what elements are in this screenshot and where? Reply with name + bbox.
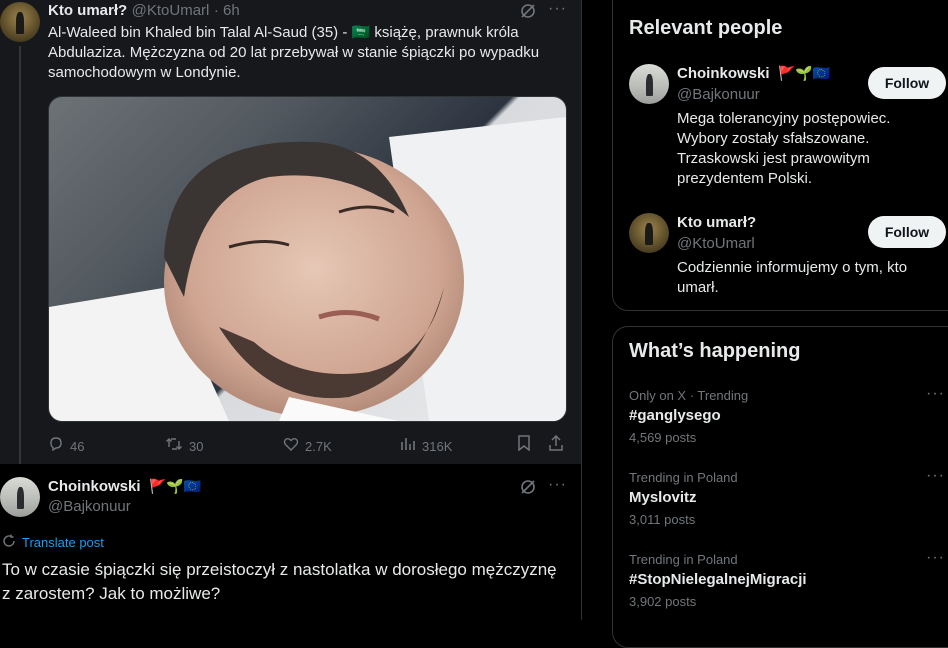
post-text: To w czasie śpiączki się przeistoczył z … (2, 560, 557, 603)
person-handle[interactable]: @KtoUmarl (677, 235, 755, 252)
like-count: 2.7K (305, 438, 332, 454)
views-icon (400, 436, 416, 456)
views-button[interactable]: 316K (400, 436, 452, 456)
person-name[interactable]: Choinkowski (677, 65, 770, 82)
timeline-column: Kto umarł? @KtoUmarl · 6h ··· Al-Waleed … (0, 0, 581, 620)
more-icon[interactable]: ··· (548, 0, 567, 18)
bookmark-icon[interactable] (517, 435, 531, 455)
avatar[interactable] (0, 2, 40, 42)
grok-icon[interactable] (520, 479, 536, 499)
like-button[interactable]: 2.7K (283, 436, 332, 456)
repost-icon (165, 436, 183, 456)
reply-count: 46 (70, 438, 85, 454)
panel-title: What’s happening (629, 340, 801, 362)
relevant-people-panel: Relevant people Choinkowski 🚩🌱🇪🇺 @Bajkon… (612, 0, 948, 311)
trend-item[interactable]: Only on X · Trending #ganglysego 4,569 p… (613, 385, 948, 455)
more-icon[interactable]: ··· (926, 467, 945, 485)
flag-icon: 🇸🇦 (351, 24, 371, 41)
translate-post-link[interactable]: Translate post (2, 534, 104, 551)
trend-item[interactable]: Trending in Poland #StopNielegalnejMigra… (613, 549, 948, 619)
person-emojis: 🚩🌱🇪🇺 (777, 65, 831, 81)
thread-line (19, 46, 21, 464)
author-name[interactable]: Choinkowski (48, 478, 141, 495)
column-divider (581, 0, 582, 620)
post-time[interactable]: · 6h (214, 2, 240, 19)
follow-button[interactable]: Follow (868, 67, 946, 99)
person-bio: Codziennie informujemy o tym, kto umarł. (677, 259, 908, 296)
person-name[interactable]: Kto umarł? (677, 214, 756, 231)
avatar[interactable] (0, 477, 40, 517)
author-handle[interactable]: @Bajkonuur (48, 498, 131, 515)
more-icon[interactable]: ··· (548, 476, 567, 494)
author-emojis: 🚩🌱🇪🇺 (148, 478, 202, 494)
post-text: Al-Waleed bin Khaled bin Talal Al-Saud (… (48, 24, 540, 81)
translate-icon (2, 534, 16, 551)
follow-button[interactable]: Follow (868, 216, 946, 248)
like-icon (283, 436, 299, 456)
reply-button[interactable]: 46 (48, 436, 84, 456)
avatar[interactable] (629, 64, 669, 104)
repost-count: 30 (189, 438, 204, 454)
whats-happening-panel: What’s happening Only on X · Trending #g… (612, 326, 948, 648)
share-icon[interactable] (548, 434, 564, 455)
person-handle[interactable]: @Bajkonuur (677, 86, 760, 103)
repost-button[interactable]: 30 (165, 436, 203, 456)
post-image[interactable] (48, 96, 567, 422)
reply-icon (48, 436, 64, 456)
quoted-post[interactable]: Kto umarł? @KtoUmarl · 6h ··· Al-Waleed … (0, 0, 581, 464)
author-handle[interactable]: @KtoUmarl (132, 2, 210, 19)
avatar[interactable] (629, 213, 669, 253)
panel-title: Relevant people (629, 17, 783, 39)
trend-item[interactable]: Trending in Poland Myslovitz 3,011 posts… (613, 467, 948, 537)
person-bio: Mega tolerancyjny postępowiec. Wybory zo… (677, 110, 891, 187)
grok-icon[interactable] (520, 3, 536, 23)
more-icon[interactable]: ··· (926, 385, 945, 403)
views-count: 316K (422, 438, 453, 454)
author-name[interactable]: Kto umarł? (48, 2, 127, 19)
more-icon[interactable]: ··· (926, 549, 945, 567)
